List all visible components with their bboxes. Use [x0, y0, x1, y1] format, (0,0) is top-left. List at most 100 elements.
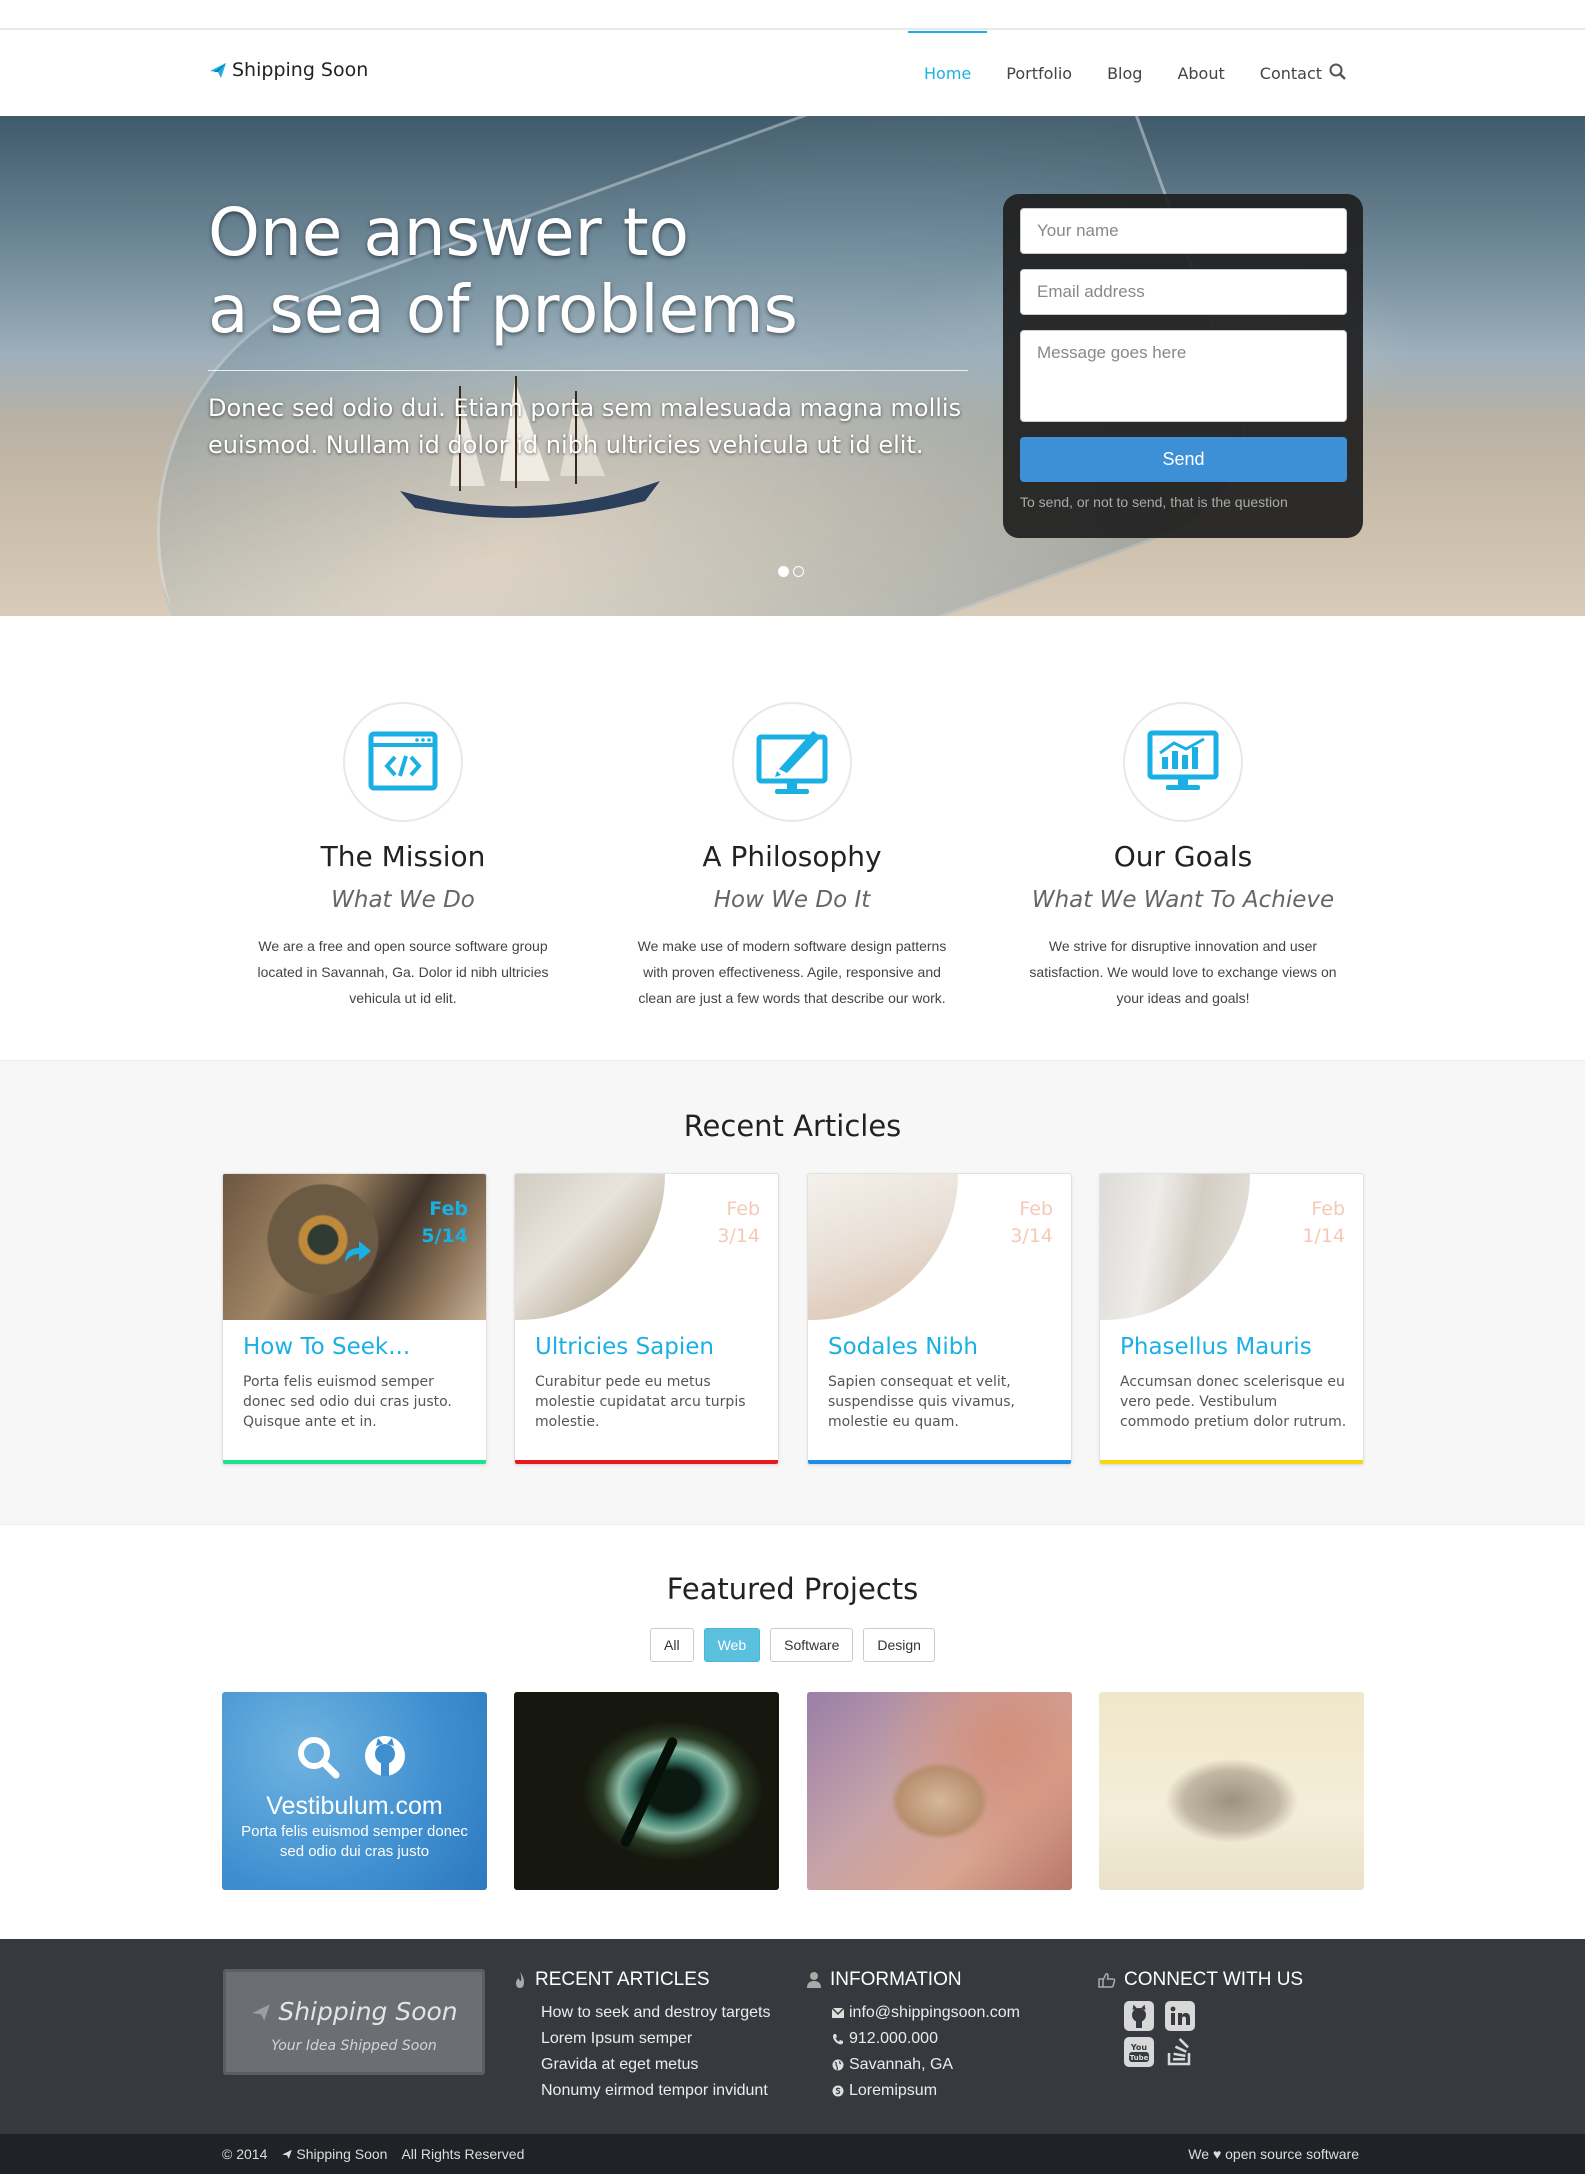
nav-home[interactable]: Home	[908, 31, 988, 116]
feature-goals: Our Goals What We Want To Achieve We str…	[993, 702, 1373, 1011]
stackoverflow-icon[interactable]	[1165, 2037, 1195, 2067]
feature-icon-circle	[1123, 702, 1243, 822]
brand-name: Shipping Soon	[232, 59, 369, 81]
article-accent-bar	[515, 1460, 778, 1464]
project-card-featured[interactable]: Vestibulum.com Porta felis euismod sempe…	[222, 1692, 487, 1890]
article-excerpt: Porta felis euismod semper donec sed odi…	[243, 1374, 452, 1430]
thumbs-up-icon	[1098, 1973, 1116, 1988]
footer-skype[interactable]: Loremipsum	[832, 2078, 1020, 2104]
article-date: Feb 5/14	[421, 1198, 468, 1247]
heart-icon: ♥	[1212, 2146, 1222, 2162]
nav-blog[interactable]: Blog	[1091, 31, 1158, 116]
section-title: Featured Projects	[666, 1572, 919, 1606]
project-description: Porta felis euismod semper donec sed odi…	[241, 1823, 468, 1860]
linkedin-icon[interactable]	[1165, 2001, 1195, 2031]
copyright-bar: © 2014 Shipping Soon All Rights Reserved…	[0, 2134, 1585, 2174]
brand-logo[interactable]: Shipping Soon	[208, 59, 368, 81]
article-title[interactable]: How To Seek...	[243, 1334, 410, 1360]
love-text: We ♥ open source software	[1188, 2146, 1359, 2162]
hero-divider	[208, 370, 968, 371]
nav-contact[interactable]: Contact	[1244, 31, 1338, 116]
project-image-detail	[619, 1735, 679, 1849]
filter-web[interactable]: Web	[703, 1628, 761, 1662]
filter-all[interactable]: All	[650, 1628, 694, 1662]
user-icon	[807, 1972, 821, 1988]
phone-icon	[833, 2034, 843, 2045]
message-input[interactable]	[1020, 330, 1347, 422]
slider-dot[interactable]	[793, 566, 804, 577]
site-footer: Shipping Soon Your Idea Shipped Soon REC…	[0, 1939, 1585, 2134]
feature-subtitle: What We Do	[331, 887, 475, 913]
slider-dot[interactable]	[778, 566, 789, 577]
github-icon[interactable]	[363, 1734, 407, 1778]
svg-text:Tube: Tube	[1130, 2054, 1149, 2062]
nav-portfolio[interactable]: Portfolio	[990, 31, 1088, 116]
search-icon[interactable]	[295, 1734, 341, 1780]
feature-icon-circle	[343, 702, 463, 822]
footer-connect: CONNECT WITH US	[1098, 1969, 1303, 1991]
article-date: Feb 3/14	[717, 1198, 760, 1247]
feature-text: We make use of modern software design pa…	[637, 938, 947, 1006]
share-icon[interactable]	[341, 1236, 373, 1266]
nav-about[interactable]: About	[1161, 31, 1240, 116]
article-card[interactable]: Feb 3/14 Sodales Nibh Sapien consequat et…	[807, 1173, 1072, 1465]
footer-tagline: Your Idea Shipped Soon	[271, 2038, 437, 2054]
article-thumbnail: Feb 3/14	[808, 1174, 1071, 1320]
footer-heading: RECENT ARTICLES	[513, 1969, 770, 1991]
form-note: To send, or not to send, that is the que…	[1020, 494, 1288, 510]
github-icon[interactable]	[1124, 2001, 1154, 2031]
filter-software[interactable]: Software	[770, 1628, 854, 1662]
search-icon[interactable]	[1328, 62, 1348, 82]
hero-lead: Donec sed odio dui. Etiam porta sem male…	[208, 394, 962, 459]
footer-phone: 912.000.000	[832, 2026, 1020, 2052]
article-card[interactable]: Feb 3/14 Ultricies Sapien Curabitur pede …	[514, 1173, 779, 1465]
hero-slider: One answer to a sea of problems Donec sed…	[0, 116, 1585, 616]
project-card[interactable]	[807, 1692, 1072, 1890]
article-title[interactable]: Ultricies Sapien	[535, 1334, 714, 1360]
contact-form: Send To send, or not to send, that is th…	[1003, 194, 1363, 538]
top-strip	[0, 0, 1585, 30]
article-title[interactable]: Phasellus Mauris	[1120, 1334, 1312, 1360]
filter-design[interactable]: Design	[863, 1628, 935, 1662]
footer-link[interactable]: How to seek and destroy targets	[541, 2000, 770, 2026]
article-date: Feb 3/14	[1010, 1198, 1053, 1247]
code-window-icon	[368, 731, 438, 791]
footer-recent-articles: RECENT ARTICLES How to seek and destroy …	[513, 1969, 770, 2104]
project-card[interactable]	[1099, 1692, 1364, 1890]
footer-information: INFORMATION info@shippingsoon.com 912.00…	[806, 1969, 1020, 2104]
monitor-pen-icon	[756, 731, 828, 794]
envelope-icon	[832, 2008, 844, 2018]
name-input[interactable]	[1020, 208, 1347, 254]
article-excerpt: Curabitur pede eu metus molestie cupidat…	[535, 1374, 746, 1430]
youtube-icon[interactable]: You Tube	[1124, 2037, 1154, 2067]
footer-logo[interactable]: Shipping Soon Your Idea Shipped Soon	[223, 1969, 485, 2075]
project-card[interactable]	[514, 1692, 779, 1890]
footer-link[interactable]: Gravida at eget metus	[541, 2052, 770, 2078]
section-title: Recent Articles	[683, 1109, 902, 1143]
footer-brand: Shipping Soon	[226, 1997, 482, 2026]
feature-title: The Mission	[320, 840, 486, 873]
paper-plane-icon	[210, 63, 226, 78]
footer-heading: INFORMATION	[806, 1969, 1020, 1991]
footer-link[interactable]: Lorem Ipsum semper	[541, 2026, 770, 2052]
copyright-text: © 2014 Shipping Soon All Rights Reserved	[222, 2146, 525, 2162]
send-button[interactable]: Send	[1020, 437, 1347, 482]
feature-icon-circle	[732, 702, 852, 822]
article-excerpt: Sapien consequat et velit, suspendisse q…	[828, 1374, 1015, 1430]
article-accent-bar	[808, 1460, 1071, 1464]
feature-title: A Philosophy	[702, 840, 882, 873]
article-thumbnail: Feb 5/14	[223, 1174, 486, 1320]
article-card[interactable]: Feb 1/14 Phasellus Mauris Accumsan donec …	[1099, 1173, 1364, 1465]
copyright-brand: Shipping Soon	[281, 2146, 387, 2162]
article-date: Feb 1/14	[1302, 1198, 1345, 1247]
article-card[interactable]: Feb 5/14 How To Seek... Porta felis euism…	[222, 1173, 487, 1465]
feature-subtitle: What We Want To Achieve	[1031, 887, 1335, 913]
project-overlay-icons	[295, 1734, 407, 1780]
footer-link[interactable]: Nonumy eirmod tempor invidunt	[541, 2078, 770, 2104]
email-input[interactable]	[1020, 269, 1347, 315]
article-title[interactable]: Sodales Nibh	[828, 1334, 978, 1360]
site-header: Shipping Soon Home Portfolio Blog About …	[0, 31, 1585, 116]
feature-philosophy: A Philosophy How We Do It We make use of…	[602, 702, 982, 1011]
footer-email[interactable]: info@shippingsoon.com	[832, 2000, 1020, 2026]
feature-title: Our Goals	[1113, 840, 1253, 873]
